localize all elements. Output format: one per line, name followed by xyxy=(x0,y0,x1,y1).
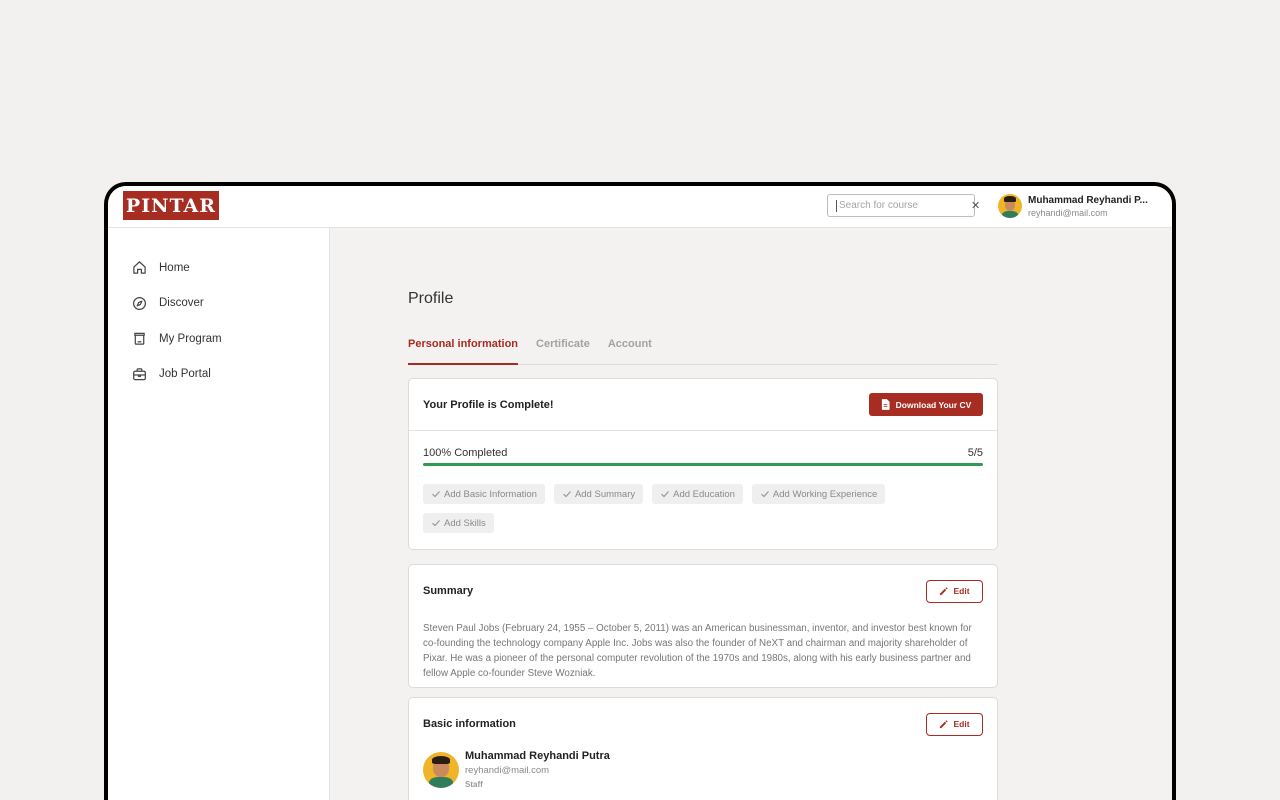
page-title: Profile xyxy=(408,290,454,307)
sidebar-item-label: Home xyxy=(159,261,190,274)
check-icon xyxy=(432,491,440,498)
tab-account[interactable]: Account xyxy=(608,333,652,365)
edit-basic-information-button[interactable]: Edit xyxy=(926,712,983,736)
tab-certificate[interactable]: Certificate xyxy=(536,333,590,365)
briefcase-icon xyxy=(133,368,146,381)
check-icon xyxy=(661,491,670,498)
search-input[interactable] xyxy=(836,199,971,212)
summary-title: Summary xyxy=(423,585,474,597)
edit-label: Edit xyxy=(953,586,970,596)
user-name: Muhammad Reyhandi P... xyxy=(1028,194,1148,206)
pencil-icon xyxy=(940,586,949,595)
basic-user-name: Muhammad Reyhandi Putra xyxy=(465,750,610,762)
completion-title: Your Profile is Complete! xyxy=(423,398,554,411)
basic-user-email: reyhandi@mail.com xyxy=(465,765,550,776)
compass-icon xyxy=(132,296,147,310)
sidebar-item-label: My Program xyxy=(159,332,222,345)
device-frame: PINTAR ✕ Muhammad Reyhandi P... reyhandi… xyxy=(104,182,1176,800)
profile-tabs: Personal information Certificate Account xyxy=(408,333,998,365)
step-chip: Add Summary xyxy=(553,484,644,504)
logo[interactable]: PINTAR xyxy=(123,191,219,220)
sidebar-item-discover[interactable]: Discover xyxy=(108,286,329,322)
download-cv-label: Download Your CV xyxy=(895,399,972,410)
sidebar: Home Discover My Program Job Portal xyxy=(108,228,330,800)
step-chip: Add Basic Information xyxy=(423,484,545,504)
avatar xyxy=(423,752,459,788)
check-icon xyxy=(563,491,571,498)
user-email: reyhandi@mail.com xyxy=(1028,207,1108,218)
close-icon[interactable]: ✕ xyxy=(971,199,980,212)
sidebar-item-label: Discover xyxy=(159,297,204,310)
check-icon xyxy=(761,491,769,498)
basic-user-role: Staff xyxy=(465,780,483,789)
step-chip: Add Working Experience xyxy=(751,484,886,504)
completion-steps: Add Basic Information Add Summary Add Ed… xyxy=(409,466,929,542)
avatar[interactable] xyxy=(998,194,1022,218)
sidebar-item-label: Job Portal xyxy=(159,368,211,381)
step-chip: Add Education xyxy=(652,484,743,504)
sidebar-item-my-program[interactable]: My Program xyxy=(108,321,329,357)
download-cv-button[interactable]: Download Your CV xyxy=(869,393,983,416)
basic-user: Muhammad Reyhandi Putra reyhandi@mail.co… xyxy=(409,750,997,789)
step-chip: Add Skills xyxy=(423,513,494,533)
edit-summary-button[interactable]: Edit xyxy=(926,579,983,603)
summary-text: Steven Paul Jobs (February 24, 1955 – Oc… xyxy=(423,623,972,679)
edit-label: Edit xyxy=(953,719,970,729)
document-icon xyxy=(881,399,890,410)
basic-information-title: Basic information xyxy=(423,718,516,730)
progress-count: 5/5 xyxy=(967,447,983,459)
sidebar-item-home[interactable]: Home xyxy=(108,250,329,286)
home-icon xyxy=(133,261,146,274)
basic-information-card: Basic information Edit Muhammad Reyhandi… xyxy=(408,697,998,800)
profile-completion-card: Your Profile is Complete! Download Your … xyxy=(408,378,998,550)
check-icon xyxy=(432,520,440,527)
progress-label: 100% Completed xyxy=(423,447,508,459)
user-menu[interactable]: Muhammad Reyhandi P... reyhandi@mail.com xyxy=(998,194,1156,218)
bag-icon xyxy=(134,332,145,345)
summary-card: Summary Edit Steven Paul Jobs (February … xyxy=(408,564,998,688)
tab-personal-information[interactable]: Personal information xyxy=(408,333,519,365)
top-bar: PINTAR ✕ Muhammad Reyhandi P... reyhandi… xyxy=(108,186,1172,228)
search-box[interactable]: ✕ xyxy=(827,194,980,217)
sidebar-item-job-portal[interactable]: Job Portal xyxy=(108,357,329,393)
pencil-icon xyxy=(940,719,949,728)
app-screen: PINTAR ✕ Muhammad Reyhandi P... reyhandi… xyxy=(108,186,1172,800)
